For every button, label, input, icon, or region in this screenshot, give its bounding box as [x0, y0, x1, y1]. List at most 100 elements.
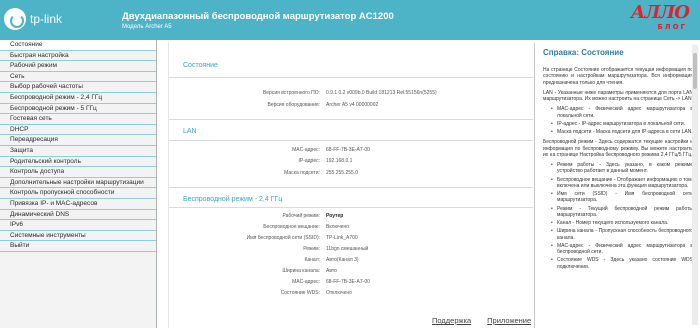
- wl-mode2-value: 11bgn смешанный: [326, 246, 369, 252]
- sidebar-item-ip-mac-binding[interactable]: Привязка IP- и MAC-адресов: [0, 199, 156, 210]
- divider: [169, 119, 533, 120]
- sidebar-item-network[interactable]: Сеть: [0, 72, 156, 83]
- sidebar-item-wireless-24[interactable]: Беспроводной режим - 2,4 ГГц: [0, 93, 156, 104]
- wl-mode-value: Роутер: [326, 213, 344, 219]
- help-panel: Справка: Состояние На странице Состояние…: [534, 43, 700, 328]
- lan-mac-label: MAC-адрес:: [292, 147, 320, 153]
- wl-mode2-row: Режим: 11bgn смешанный: [169, 246, 533, 254]
- app-link[interactable]: Приложение: [487, 316, 531, 325]
- help-wireless-item: Имя сети (SSID) - Имя беспроводной сети …: [551, 191, 693, 204]
- wl-ssid-label: Имя беспроводной сети (SSID):: [246, 235, 320, 241]
- wl-mac-row: MAC-адрес: 68-FF-7B-3E-A7-00: [169, 279, 533, 287]
- wl-channel-value: Авто(Канал 3): [326, 257, 359, 263]
- sidebar-item-system-tools[interactable]: Системные инструменты: [0, 231, 156, 242]
- wl-mode2-label: Режим:: [303, 246, 320, 252]
- divider: [169, 207, 533, 208]
- wl-width-value: Авто: [326, 268, 337, 274]
- sidebar-item-bandwidth-control[interactable]: Контроль пропускной способности: [0, 188, 156, 199]
- wireless-section-title: Беспроводной режим - 2,4 ГГц: [183, 196, 283, 203]
- help-title: Справка: Состояние: [543, 48, 624, 57]
- wl-mac-label: MAC-адрес:: [292, 279, 320, 285]
- wl-mode-row: Рабочий режим: Роутер: [169, 213, 533, 221]
- page-header: tp-link Двухдиапазонный беспроводной мар…: [0, 0, 700, 40]
- divider: [169, 140, 533, 141]
- hardware-label: Версия оборудования:: [267, 102, 321, 108]
- lan-ip-row: IP-адрес: 192.168.0.1: [169, 158, 533, 166]
- watermark-word: АЛЛО: [630, 2, 690, 23]
- lan-mac-row: MAC-адрес: 68-FF-7B-3E-A7-00: [169, 147, 533, 155]
- status-section-title: Состояние: [183, 62, 218, 69]
- logo-text: tp-link: [30, 12, 63, 26]
- lan-ip-label: IP-адрес:: [298, 158, 320, 164]
- allo-blog-watermark: АЛЛО БЛОГ: [631, 2, 693, 36]
- help-wireless-item: Беспроводное вещание - Отображает информ…: [551, 177, 693, 190]
- divider: [169, 77, 533, 78]
- wl-broadcast-value: Включено: [326, 224, 350, 230]
- tp-link-logo-icon: [4, 8, 26, 30]
- lan-mac-value: 68-FF-7B-3E-A7-00: [326, 147, 370, 153]
- hardware-value: Archer A5 v4 00000002: [326, 102, 379, 108]
- support-link[interactable]: Поддержка: [432, 316, 471, 325]
- sidebar-item-security[interactable]: Защита: [0, 146, 156, 157]
- lan-ip-value: 192.168.0.1: [326, 158, 353, 164]
- firmware-value: 0.9.1 0.2 v009b.0 Build 181213 Rel.55156…: [326, 90, 437, 96]
- help-wireless-item: Состояние WDS - Здесь указано состояние …: [551, 257, 693, 270]
- help-wireless-item: Режим - Текущий беспроводной режим работ…: [551, 206, 693, 219]
- firmware-label: Версия встроенного ПО:: [262, 90, 320, 96]
- hardware-row: Версия оборудования: Archer A5 v4 000000…: [169, 102, 533, 110]
- wl-channel-label: Канал:: [304, 257, 320, 263]
- wl-width-label: Ширина канала:: [282, 268, 320, 274]
- help-wireless-item: MAC-адрес - Физический адрес маршрутизат…: [551, 243, 693, 256]
- help-wireless-item: Ширина канала - Пропускная способность б…: [551, 228, 693, 241]
- wl-wds-label: Состояние WDS:: [280, 290, 320, 296]
- sidebar-item-logout[interactable]: Выйти: [0, 241, 156, 252]
- wl-ssid-value: TP-Link_A700: [326, 235, 358, 241]
- help-lan-intro: LAN - Указанные ниже параметры применяют…: [543, 89, 693, 102]
- help-body: На странице Состояние отображается текущ…: [543, 67, 693, 274]
- help-lan-list: MAC-адрес - Физический адрес маршрутизат…: [551, 106, 693, 135]
- wl-width-row: Ширина канала: Авто: [169, 268, 533, 276]
- lan-mask-label: Маска подсети:: [284, 170, 320, 176]
- page-title: Двухдиапазонный беспроводной маршрутизат…: [122, 11, 394, 22]
- firmware-row: Версия встроенного ПО: 0.9.1 0.2 v009b.0…: [169, 90, 533, 98]
- help-lan-item: Маска подсети - Маска подсети для IP-адр…: [551, 129, 693, 136]
- wl-ssid-row: Имя беспроводной сети (SSID): TP-Link_A7…: [169, 235, 533, 243]
- help-lan-item: MAC-адрес - Физический адрес маршрутизат…: [551, 106, 693, 119]
- sidebar-item-guest-network[interactable]: Гостевая сеть: [0, 114, 156, 125]
- footer-links: Поддержка Приложение: [432, 316, 547, 325]
- sidebar-nav: Состояние Быстрая настройка Рабочий режи…: [0, 40, 157, 328]
- wl-wds-row: Состояние WDS: Отключено: [169, 290, 533, 298]
- status-panel: Состояние Версия встроенного ПО: 0.9.1 0…: [168, 42, 533, 328]
- wl-broadcast-label: Беспроводное вещание:: [263, 224, 320, 230]
- sidebar-item-dynamic-dns[interactable]: Динамический DNS: [0, 210, 156, 221]
- lan-section-title: LAN: [183, 128, 197, 135]
- sidebar-item-forwarding[interactable]: Переадресация: [0, 135, 156, 146]
- wl-mac-value: 68-FF-7B-3E-A7-00: [326, 279, 370, 285]
- help-wireless-intro: Беспроводной режим - Здесь содержатся те…: [543, 139, 693, 158]
- help-lan-item: IP-адрес - IP-адрес маршрутизатора в лок…: [551, 121, 693, 128]
- help-intro: На странице Состояние отображается текущ…: [543, 67, 693, 86]
- sidebar-item-advanced-routing[interactable]: Дополнительные настройки маршрутизации: [0, 178, 156, 189]
- sidebar-item-quick-setup[interactable]: Быстрая настройка: [0, 51, 156, 62]
- sidebar-item-operation-mode[interactable]: Рабочий режим: [0, 61, 156, 72]
- wl-mode-label: Рабочий режим:: [282, 213, 320, 219]
- help-scrollbar-thumb[interactable]: [693, 53, 697, 89]
- sidebar-item-parental-control[interactable]: Родительский контроль: [0, 157, 156, 168]
- wl-channel-row: Канал: Авто(Канал 3): [169, 257, 533, 265]
- lan-mask-row: Маска подсети: 255.255.255.0: [169, 170, 533, 178]
- sidebar-item-status[interactable]: Состояние: [0, 40, 156, 51]
- sidebar-item-ipv6[interactable]: IPv6: [0, 220, 156, 231]
- sidebar-item-access-control[interactable]: Контроль доступа: [0, 167, 156, 178]
- help-wireless-item: Канал - Номер текущего используемого кан…: [551, 220, 693, 227]
- sidebar-item-dhcp[interactable]: DHCP: [0, 125, 156, 136]
- help-wireless-item: Режим работы - Здесь указано, в каком ре…: [551, 162, 693, 175]
- divider: [169, 187, 533, 188]
- wl-wds-value: Отключено: [326, 290, 352, 296]
- tp-link-logo: tp-link: [4, 8, 62, 30]
- sidebar-item-dual-band-select[interactable]: Выбор рабочей частоты: [0, 82, 156, 93]
- help-wireless-list: Режим работы - Здесь указано, в каком ре…: [551, 162, 693, 270]
- model-label: Модель Archer A5: [122, 24, 172, 30]
- sidebar-item-wireless-5[interactable]: Беспроводной режим - 5 ГГц: [0, 104, 156, 115]
- lan-mask-value: 255.255.255.0: [326, 170, 358, 176]
- watermark-sub: БЛОГ: [657, 23, 687, 31]
